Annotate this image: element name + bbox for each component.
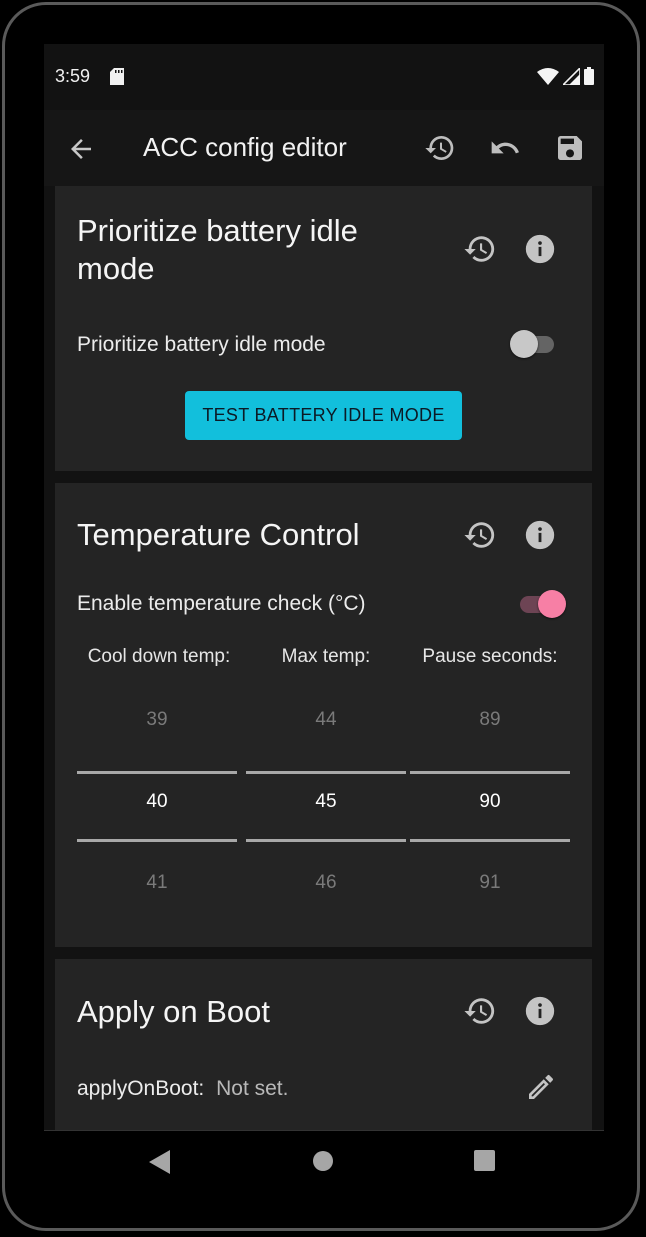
status-bar: 3:59 [44, 44, 604, 110]
restore-history-icon[interactable] [424, 132, 456, 164]
picker-next-value[interactable]: 46 [246, 872, 406, 894]
battery-idle-switch[interactable] [510, 329, 560, 359]
test-battery-idle-button[interactable]: TEST BATTERY IDLE MODE [185, 391, 462, 440]
save-icon[interactable] [554, 132, 586, 164]
wifi-icon [537, 67, 559, 90]
picker-divider [246, 839, 406, 842]
recents-square-icon[interactable] [474, 1150, 495, 1176]
switch-thumb [510, 330, 538, 358]
apply-on-boot-key: applyOnBoot: [77, 1077, 205, 1100]
apply-on-boot-value: Not set. [216, 1077, 289, 1100]
max-temp-picker[interactable]: 44 45 46 [246, 693, 406, 938]
system-nav-bar [44, 1130, 604, 1194]
status-icons [537, 65, 594, 90]
page-title: ACC config editor [143, 132, 347, 162]
restore-history-icon[interactable] [463, 994, 497, 1028]
temperature-check-switch[interactable] [518, 589, 568, 619]
card-title: Prioritize battery idle mode [77, 213, 358, 286]
sd-card-icon [110, 68, 124, 90]
cell-signal-icon [561, 65, 581, 90]
toggle-label: Enable temperature check (°C) [77, 592, 366, 615]
battery-icon [584, 67, 594, 90]
card-temperature-control: Temperature Control Enable temperature c… [55, 483, 592, 947]
info-icon[interactable] [523, 232, 557, 266]
info-icon[interactable] [523, 994, 557, 1028]
back-triangle-icon[interactable] [148, 1149, 172, 1180]
picker-selected-value[interactable]: 45 [246, 791, 406, 813]
picker-divider [410, 839, 570, 842]
app-bar: ACC config editor [44, 110, 604, 186]
card-title: Apply on Boot [77, 994, 271, 1029]
card-title: Temperature Control [77, 517, 360, 552]
picker-next-value[interactable]: 91 [410, 872, 570, 894]
edit-pencil-icon[interactable] [525, 1071, 559, 1105]
picker-prev-value[interactable]: 39 [77, 709, 237, 731]
screen: 3:59 ACC config editor Prioritize batter… [44, 44, 604, 1194]
cool-down-temp-picker[interactable]: 39 40 41 [77, 693, 237, 938]
card-battery-idle: Prioritize battery idle mode Prioritize … [55, 186, 592, 471]
max-temp-label: Max temp: [281, 646, 371, 667]
pause-seconds-picker[interactable]: 89 90 91 [410, 693, 570, 938]
picker-prev-value[interactable]: 44 [246, 709, 406, 731]
restore-history-icon[interactable] [463, 232, 497, 266]
settings-list[interactable]: Prioritize battery idle mode Prioritize … [44, 186, 604, 1130]
cool-down-temp-label: Cool down temp: [87, 646, 231, 667]
picker-divider [410, 771, 570, 774]
back-arrow-icon[interactable] [66, 134, 96, 164]
picker-next-value[interactable]: 41 [77, 872, 237, 894]
picker-divider [77, 771, 237, 774]
field-key: applyOnBoot: Not set. [77, 1077, 288, 1101]
picker-selected-value[interactable]: 90 [410, 791, 570, 813]
picker-divider [77, 839, 237, 842]
home-circle-icon[interactable] [312, 1150, 334, 1177]
picker-selected-value[interactable]: 40 [77, 791, 237, 813]
switch-thumb [538, 590, 566, 618]
toggle-label: Prioritize battery idle mode [77, 333, 326, 356]
pause-seconds-label: Pause seconds: [422, 646, 558, 667]
info-icon[interactable] [523, 518, 557, 552]
picker-divider [246, 771, 406, 774]
picker-prev-value[interactable]: 89 [410, 709, 570, 731]
status-time: 3:59 [55, 66, 91, 86]
card-apply-on-boot: Apply on Boot applyOnBoot: Not set. [55, 959, 592, 1130]
undo-icon[interactable] [489, 132, 521, 164]
restore-history-icon[interactable] [463, 518, 497, 552]
